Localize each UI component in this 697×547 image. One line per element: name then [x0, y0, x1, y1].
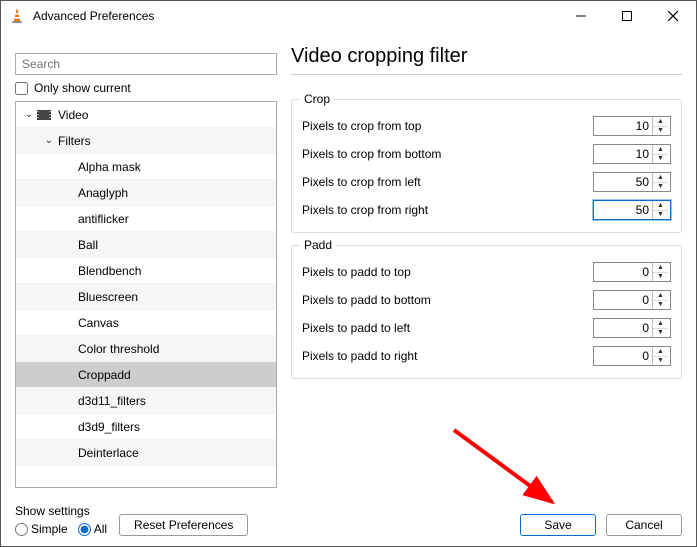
- padd-left-input[interactable]: [594, 319, 652, 337]
- tree-item[interactable]: Blendbench: [16, 258, 276, 284]
- search-input[interactable]: [15, 53, 277, 75]
- crop-top-spinner[interactable]: ▲▼: [593, 116, 671, 136]
- only-show-current-checkbox[interactable]: [15, 82, 28, 95]
- padd-left-label: Pixels to padd to left: [302, 321, 593, 335]
- vlc-cone-icon: [9, 8, 25, 24]
- tree-item[interactable]: Ball: [16, 232, 276, 258]
- crop-left-spinner[interactable]: ▲▼: [593, 172, 671, 192]
- tree-label: Video: [56, 108, 88, 122]
- spin-up-icon[interactable]: ▲: [653, 117, 668, 127]
- crop-legend: Crop: [300, 92, 334, 106]
- tree-label: d3d11_filters: [22, 394, 146, 408]
- tree-item[interactable]: antiflicker: [16, 206, 276, 232]
- spin-down-icon[interactable]: ▼: [653, 183, 668, 192]
- page-title: Video cropping filter: [291, 45, 682, 75]
- maximize-button[interactable]: [604, 1, 650, 31]
- crop-group: Crop Pixels to crop from top ▲▼ Pixels t…: [291, 99, 682, 233]
- tree-item[interactable]: Color threshold: [16, 336, 276, 362]
- spin-down-icon[interactable]: ▼: [653, 301, 668, 310]
- save-button[interactable]: Save: [520, 514, 596, 536]
- spin-up-icon[interactable]: ▲: [653, 201, 668, 211]
- title-bar: Advanced Preferences: [1, 1, 696, 31]
- crop-top-input[interactable]: [594, 117, 652, 135]
- tree-item-filters[interactable]: ⌄ Filters: [16, 128, 276, 154]
- crop-right-label: Pixels to crop from right: [302, 203, 593, 217]
- padd-bottom-input[interactable]: [594, 291, 652, 309]
- tree-item-video[interactable]: ⌄ Video: [16, 102, 276, 128]
- spin-down-icon[interactable]: ▼: [653, 155, 668, 164]
- padd-top-label: Pixels to padd to top: [302, 265, 593, 279]
- padd-top-input[interactable]: [594, 263, 652, 281]
- spin-up-icon[interactable]: ▲: [653, 173, 668, 183]
- tree-label: Croppadd: [22, 368, 131, 382]
- preferences-tree[interactable]: ⌄ Video ⌄ Filters Alpha mask Anaglyph an…: [15, 101, 277, 488]
- spin-down-icon[interactable]: ▼: [653, 329, 668, 338]
- tree-label: d3d9_filters: [22, 420, 140, 434]
- tree-item[interactable]: Bluescreen: [16, 284, 276, 310]
- tree-item[interactable]: Anaglyph: [16, 180, 276, 206]
- crop-right-input[interactable]: [594, 201, 652, 219]
- spin-up-icon[interactable]: ▲: [653, 319, 668, 329]
- minimize-button[interactable]: [558, 1, 604, 31]
- padd-right-input[interactable]: [594, 347, 652, 365]
- padd-group: Padd Pixels to padd to top ▲▼ Pixels to …: [291, 245, 682, 379]
- spin-down-icon[interactable]: ▼: [653, 357, 668, 366]
- spin-up-icon[interactable]: ▲: [653, 291, 668, 301]
- tree-item[interactable]: d3d9_filters: [16, 414, 276, 440]
- crop-left-label: Pixels to crop from left: [302, 175, 593, 189]
- tree-label: Filters: [56, 134, 91, 148]
- padd-bottom-spinner[interactable]: ▲▼: [593, 290, 671, 310]
- close-button[interactable]: [650, 1, 696, 31]
- bottom-bar: Show settings Simple All Reset Preferenc…: [1, 488, 696, 546]
- radio-all[interactable]: All: [78, 522, 107, 536]
- crop-top-label: Pixels to crop from top: [302, 119, 593, 133]
- tree-label: Anaglyph: [22, 186, 128, 200]
- radio-simple[interactable]: Simple: [15, 522, 68, 536]
- only-show-current-label: Only show current: [34, 81, 131, 95]
- tree-label: antiflicker: [22, 212, 129, 226]
- spin-down-icon[interactable]: ▼: [653, 211, 668, 220]
- tree-item[interactable]: d3d11_filters: [16, 388, 276, 414]
- left-panel: Only show current ⌄ Video ⌄ Filters Alph…: [15, 31, 277, 488]
- spin-up-icon[interactable]: ▲: [653, 347, 668, 357]
- padd-right-spinner[interactable]: ▲▼: [593, 346, 671, 366]
- spin-up-icon[interactable]: ▲: [653, 145, 668, 155]
- crop-bottom-spinner[interactable]: ▲▼: [593, 144, 671, 164]
- radio-all-label: All: [94, 522, 107, 536]
- cancel-button[interactable]: Cancel: [606, 514, 682, 536]
- tree-label: Bluescreen: [22, 290, 138, 304]
- tree-label: Blendbench: [22, 264, 141, 278]
- tree-item[interactable]: Canvas: [16, 310, 276, 336]
- video-icon: [36, 107, 52, 123]
- crop-left-input[interactable]: [594, 173, 652, 191]
- crop-bottom-input[interactable]: [594, 145, 652, 163]
- reset-preferences-button[interactable]: Reset Preferences: [119, 514, 248, 536]
- padd-left-spinner[interactable]: ▲▼: [593, 318, 671, 338]
- crop-bottom-label: Pixels to crop from bottom: [302, 147, 593, 161]
- tree-label: Color threshold: [22, 342, 159, 356]
- chevron-down-icon[interactable]: ⌄: [22, 109, 36, 120]
- spin-up-icon[interactable]: ▲: [653, 263, 668, 273]
- chevron-down-icon[interactable]: ⌄: [42, 135, 56, 146]
- tree-label: Ball: [22, 238, 98, 252]
- window-title: Advanced Preferences: [33, 9, 154, 23]
- padd-top-spinner[interactable]: ▲▼: [593, 262, 671, 282]
- show-settings-label: Show settings: [15, 504, 107, 518]
- padd-bottom-label: Pixels to padd to bottom: [302, 293, 593, 307]
- tree-label: Alpha mask: [22, 160, 141, 174]
- spin-down-icon[interactable]: ▼: [653, 127, 668, 136]
- spin-down-icon[interactable]: ▼: [653, 273, 668, 282]
- tree-item[interactable]: Alpha mask: [16, 154, 276, 180]
- tree-item-croppadd[interactable]: Croppadd: [16, 362, 276, 388]
- right-panel: Video cropping filter Crop Pixels to cro…: [291, 31, 682, 488]
- tree-item[interactable]: Deinterlace: [16, 440, 276, 466]
- tree-label: Deinterlace: [22, 446, 139, 460]
- crop-right-spinner[interactable]: ▲▼: [593, 200, 671, 220]
- padd-right-label: Pixels to padd to right: [302, 349, 593, 363]
- padd-legend: Padd: [300, 238, 336, 252]
- tree-label: Canvas: [22, 316, 119, 330]
- radio-simple-label: Simple: [31, 522, 68, 536]
